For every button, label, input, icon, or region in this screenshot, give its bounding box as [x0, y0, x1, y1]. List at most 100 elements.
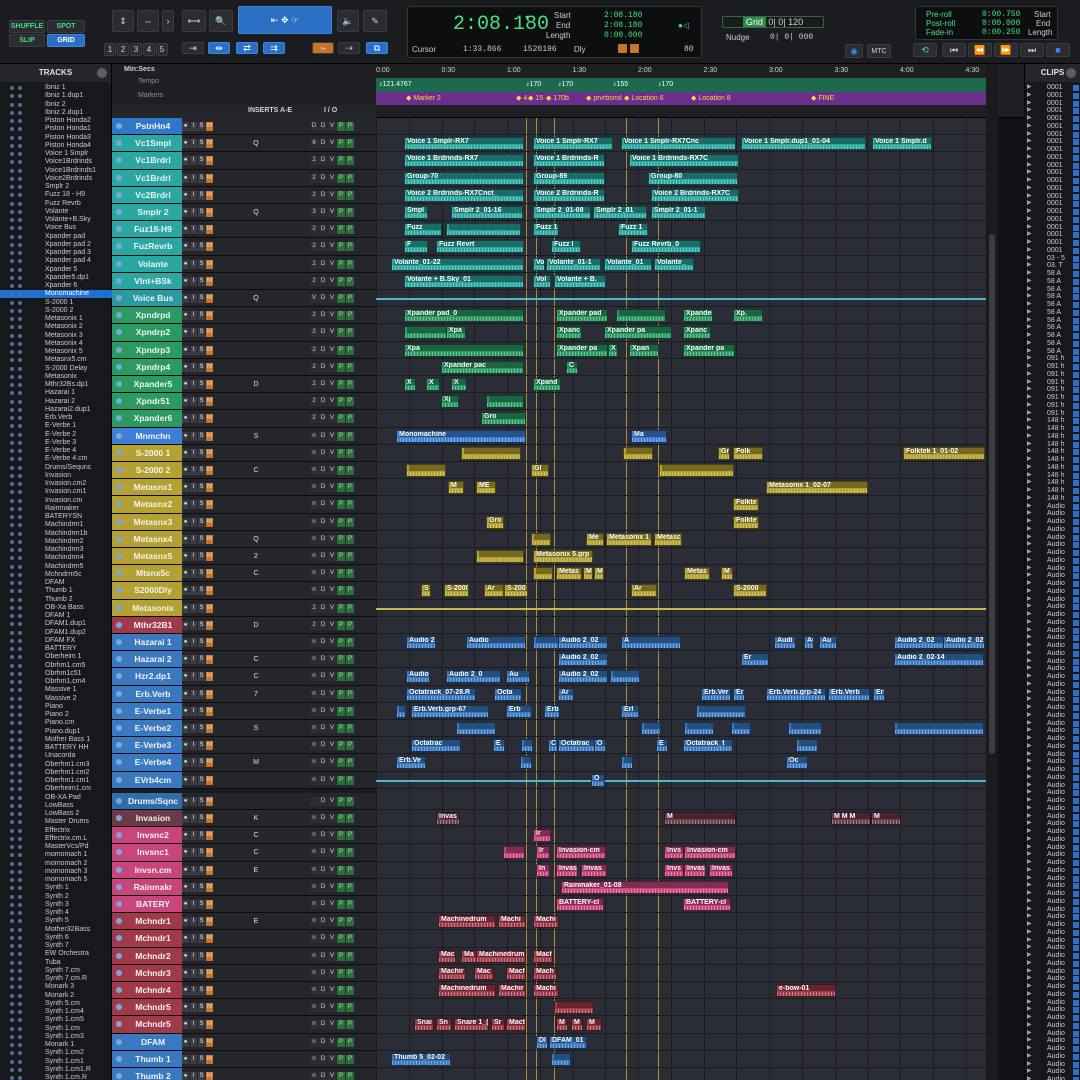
solo-button[interactable]: S [198, 986, 205, 995]
show-hide-dot-icon[interactable] [10, 960, 14, 965]
track-list-item[interactable]: Ibniz 1.dup1 [0, 92, 112, 100]
track-list-item[interactable]: Synth 7 [0, 942, 112, 950]
io-input[interactable]: n [310, 724, 318, 733]
io-button[interactable]: P [346, 380, 354, 389]
input-monitor-button[interactable]: I [190, 814, 197, 823]
io-input[interactable]: n [310, 689, 318, 699]
track-name[interactable]: Voice Bus [126, 293, 180, 304]
io-button[interactable]: V [328, 139, 336, 149]
expand-arrow-icon[interactable]: ▶ [1027, 286, 1032, 294]
clip-list-item[interactable]: ▶ Audio [1025, 968, 1080, 976]
insert-slot[interactable] [249, 603, 263, 614]
show-hide-dot-icon[interactable] [10, 473, 14, 478]
expand-arrow-icon[interactable]: ▶ [1027, 937, 1032, 945]
expand-arrow-icon[interactable]: ▶ [1027, 84, 1032, 92]
io-button[interactable]: P [337, 431, 345, 441]
io-input[interactable]: n [310, 500, 318, 510]
io-button[interactable]: V [328, 1054, 336, 1064]
track-lane[interactable] [376, 548, 986, 566]
io-button[interactable]: P [346, 466, 354, 475]
mute-button[interactable]: M [206, 603, 213, 613]
audio-clip[interactable]: Audio 2_02 [558, 653, 608, 667]
show-hide-dot-icon[interactable] [10, 688, 14, 693]
audio-clip[interactable]: Metasonix 5.grp [533, 550, 593, 563]
expand-arrow-icon[interactable]: ▶ [1027, 123, 1032, 131]
audio-clip[interactable]: E [656, 739, 668, 753]
mute-button[interactable]: M [206, 448, 213, 458]
track-header[interactable]: Drums/Sqnc ● I S M D V P P [112, 792, 376, 810]
clip-list-item[interactable]: ▶ Audio [1025, 960, 1080, 968]
insert-slot[interactable]: D [249, 379, 263, 390]
show-hide-dot-icon[interactable] [10, 548, 14, 552]
audio-clip[interactable]: Xpander pac [441, 360, 524, 374]
io-button[interactable]: P [337, 638, 345, 647]
audio-clip[interactable]: Volante_ [654, 257, 694, 271]
io-button[interactable]: V [328, 831, 336, 841]
io-input[interactable]: V [310, 294, 318, 303]
show-hide-dot-icon[interactable] [10, 333, 14, 338]
expand-arrow-icon[interactable]: ▶ [1027, 402, 1032, 410]
tempo-event[interactable]: ♪170 [558, 81, 573, 88]
track-list-item[interactable]: MasterVcs/Pd [0, 843, 112, 851]
expand-arrow-icon[interactable]: ▶ [1027, 479, 1032, 487]
insert-slot[interactable]: C [249, 654, 263, 665]
insert-slot[interactable] [249, 775, 263, 786]
io-input[interactable]: n [310, 706, 318, 716]
track-list-item[interactable]: Voice1Brdrinds [0, 158, 112, 166]
audio-clip[interactable] [731, 722, 751, 735]
io-button[interactable]: P [346, 276, 354, 286]
io-button[interactable]: P [337, 345, 345, 355]
track-list-item[interactable]: S-2000 2 [0, 307, 112, 315]
io-button[interactable]: D [319, 689, 327, 699]
audio-clip[interactable]: Mach [533, 966, 557, 980]
audio-clip[interactable]: Ir [533, 829, 551, 843]
input-monitor-button[interactable]: I [190, 397, 197, 407]
insert-slot[interactable] [249, 796, 263, 807]
io-button[interactable]: V [328, 414, 336, 424]
input-monitor-button[interactable]: I [190, 552, 197, 561]
audio-clip[interactable]: Ma [631, 429, 667, 443]
show-hide-dot-icon[interactable] [10, 944, 14, 948]
track-list-item[interactable]: Synth 2 [0, 893, 112, 901]
expand-arrow-icon[interactable]: ▶ [1027, 92, 1032, 100]
show-hide-dot-icon[interactable] [10, 647, 14, 651]
clip-list-item[interactable]: ▶ 148 h [1025, 479, 1080, 487]
expand-arrow-icon[interactable]: ▶ [1027, 898, 1032, 906]
io-input[interactable]: n [310, 986, 318, 995]
expand-arrow-icon[interactable]: ▶ [1027, 751, 1032, 759]
solo-button[interactable]: S [198, 431, 205, 441]
io-input[interactable]: n [310, 865, 318, 875]
track-list-item[interactable]: E-Verbe 4.cm [0, 455, 112, 463]
track-name[interactable]: Thumb 1 [126, 1054, 180, 1065]
mute-button[interactable]: M [206, 986, 213, 995]
show-hide-dot-icon[interactable] [10, 160, 14, 165]
fast-forward-icon[interactable]: ⏩ [994, 43, 1018, 57]
audio-clip[interactable] [610, 670, 640, 684]
mute-button[interactable]: M [206, 431, 213, 441]
io-input[interactable]: 2 [310, 225, 318, 235]
io-input[interactable]: 2 [310, 156, 318, 166]
track-list-item[interactable]: Synth 1.cm1.R [0, 1066, 112, 1074]
audio-clip[interactable]: M [721, 567, 733, 581]
track-name[interactable]: Mchndr2 [126, 951, 180, 962]
track-list-item[interactable]: Hazarai 2 [0, 398, 112, 406]
track-name[interactable]: Xpndr51 [126, 396, 180, 407]
mute-button[interactable]: M [206, 569, 213, 579]
io-button[interactable]: D [319, 1020, 327, 1030]
track-list-item[interactable]: Massive 2 [0, 695, 112, 703]
track-header[interactable]: Metasnx2 ● I S Mn D V P P [112, 496, 376, 514]
insert-slot[interactable] [249, 1019, 263, 1030]
length-value[interactable]: 0:00.000 [604, 31, 642, 40]
clip-list-item[interactable]: ▶ Audio [1025, 510, 1080, 518]
show-hide-dot-icon[interactable] [10, 374, 14, 379]
show-hide-dot-icon[interactable] [10, 762, 14, 767]
io-button[interactable]: V [328, 311, 336, 321]
input-monitor-button[interactable]: I [190, 968, 197, 978]
track-header[interactable]: Vc1Smpl ● I S M Q 6 D V P P [112, 135, 376, 153]
expand-arrow-icon[interactable]: ▶ [1027, 138, 1032, 146]
show-hide-dot-icon[interactable] [10, 515, 14, 519]
audio-clip[interactable] [406, 464, 446, 477]
clip-list-item[interactable]: ▶ Audio [1025, 603, 1080, 611]
audio-clip[interactable]: Er [741, 653, 769, 667]
postroll-value[interactable]: 0:00.000 [982, 19, 1020, 28]
